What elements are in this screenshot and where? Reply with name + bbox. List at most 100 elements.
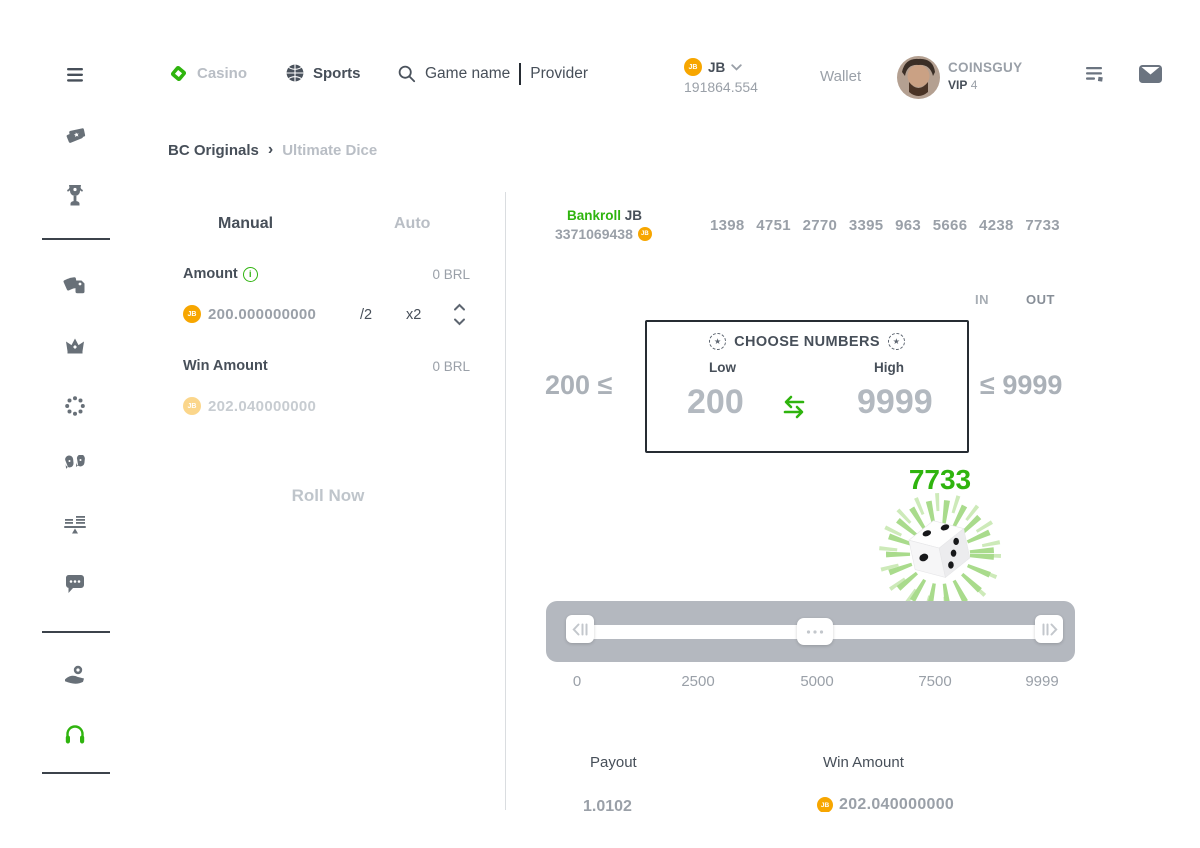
choose-numbers-title: CHOOSE NUMBERS xyxy=(734,334,880,350)
search-bar[interactable]: Game name Provider xyxy=(398,63,588,85)
search-scope-provider[interactable]: Provider xyxy=(530,65,588,83)
history-roll[interactable]: 963 xyxy=(895,217,921,234)
win-amount-fiat: 0 BRL xyxy=(370,359,470,374)
max-bound-value: 9999 xyxy=(1002,370,1062,400)
tab-auto[interactable]: Auto xyxy=(394,215,430,233)
half-bet-button[interactable]: /2 xyxy=(360,307,372,323)
nav-sports-label: Sports xyxy=(313,65,361,82)
swap-values-button[interactable] xyxy=(781,395,807,419)
roll-now-button[interactable]: Roll Now xyxy=(218,485,438,507)
amount-stepper[interactable] xyxy=(453,303,466,326)
amount-input[interactable]: 200.000000000 xyxy=(208,306,316,323)
breadcrumb-parent[interactable]: BC Originals xyxy=(168,142,259,159)
sidebar-item-vip[interactable] xyxy=(64,336,86,356)
menu-button[interactable] xyxy=(66,68,84,82)
sidebar-divider xyxy=(42,772,110,774)
lte-symbol: ≤ xyxy=(980,370,995,400)
balance: 191864.554 xyxy=(684,79,758,95)
handle-right-icon xyxy=(1041,623,1058,636)
amount-input-row: JB 200.000000000 xyxy=(183,305,316,323)
slider-handle-low[interactable] xyxy=(566,615,594,643)
sidebar-item-chat[interactable] xyxy=(64,574,86,595)
wallet-button[interactable]: Wallet xyxy=(820,68,861,85)
history-roll[interactable]: 7733 xyxy=(1025,217,1060,234)
sidebar-item-worldcup[interactable] xyxy=(65,184,85,208)
info-icon[interactable]: i xyxy=(243,267,258,282)
history-roll[interactable]: 5666 xyxy=(933,217,968,234)
tick-label: 9999 xyxy=(997,673,1087,690)
history-roll[interactable]: 2770 xyxy=(803,217,838,234)
payout-label: Payout xyxy=(590,754,637,771)
hamburger-icon xyxy=(66,68,84,82)
betslip-list-button[interactable] xyxy=(1086,67,1104,82)
range-slider[interactable] xyxy=(546,601,1075,662)
jb-coin-icon: JB xyxy=(684,58,702,76)
tab-manual[interactable]: Manual xyxy=(218,215,273,233)
swap-arrows-icon xyxy=(781,395,807,419)
trophy-icon xyxy=(65,184,85,208)
nav-sports[interactable]: Sports xyxy=(285,63,361,83)
bankroll-value: 3371069438 xyxy=(555,226,633,242)
currency-selector[interactable]: JB JB 191864.554 xyxy=(684,58,758,95)
username: COINSGUY xyxy=(948,60,1022,75)
slider-handle-high[interactable] xyxy=(1035,615,1063,643)
low-label: Low xyxy=(695,360,750,375)
toggle-out[interactable]: OUT xyxy=(1026,292,1055,307)
sidebar-item-lottery[interactable] xyxy=(64,395,86,417)
sidebar-item-bets[interactable] xyxy=(64,124,86,146)
bankroll: Bankroll JB xyxy=(567,208,642,223)
hand-coin-icon xyxy=(63,664,87,686)
history-roll[interactable]: 1398 xyxy=(710,217,745,234)
tick-label: 5000 xyxy=(772,673,862,690)
sidebar-item-referral[interactable] xyxy=(63,664,87,686)
headset-icon xyxy=(63,723,87,746)
sidebar-item-forum[interactable] xyxy=(64,455,86,475)
betslip-ticket-icon xyxy=(64,124,86,146)
jb-coin-icon: JB xyxy=(183,305,201,323)
star-badge-icon: ★ xyxy=(888,333,905,350)
low-value-input[interactable]: 200 xyxy=(687,383,744,422)
search-scope-game[interactable]: Game name xyxy=(425,65,510,83)
bankroll-label: Bankroll xyxy=(567,208,621,223)
toggle-in[interactable]: IN xyxy=(975,292,989,307)
high-value-input[interactable]: 9999 xyxy=(857,383,943,422)
sidebar-item-games[interactable] xyxy=(63,274,87,298)
slider-handle-center[interactable] xyxy=(797,618,833,645)
history-roll[interactable]: 4751 xyxy=(756,217,791,234)
breadcrumb-chevron-icon: › xyxy=(268,141,273,159)
chat-duo-icon xyxy=(64,455,86,475)
sidebar-item-trading[interactable] xyxy=(63,514,87,536)
ultimate-dice-page: Casino Sports Game name Provider JB JB xyxy=(0,0,1200,848)
chevron-down-icon[interactable] xyxy=(453,317,466,326)
jb-coin-icon: JB xyxy=(638,227,652,241)
mail-icon xyxy=(1139,65,1162,83)
chevron-down-icon xyxy=(731,64,742,71)
crown-icon xyxy=(64,336,86,356)
list-icon xyxy=(1086,67,1104,82)
chevron-up-icon[interactable] xyxy=(453,303,466,312)
roll-history: 1398 4751 2770 3395 963 5666 4238 7733 xyxy=(710,217,1060,234)
vip-label: VIP xyxy=(948,78,967,92)
nav-casino[interactable]: Casino xyxy=(168,63,247,84)
tick-label: 2500 xyxy=(653,673,743,690)
win-amount-value: 202.040000000 xyxy=(208,398,316,415)
message-bubble-icon xyxy=(64,574,86,595)
star-badge-icon: ★ xyxy=(709,333,726,350)
jb-coin-icon: JB xyxy=(817,797,833,812)
win-amount-row: JB 202.040000000 xyxy=(183,397,316,415)
user-info[interactable]: COINSGUY VIP 4 xyxy=(948,60,1022,92)
game-win-amount-value: 202.040000000 xyxy=(839,796,954,812)
history-roll[interactable]: 4238 xyxy=(979,217,1014,234)
avatar[interactable] xyxy=(897,56,940,99)
currency-code: JB xyxy=(708,60,725,75)
min-bound-value: 200 xyxy=(545,370,590,400)
tick-label: 7500 xyxy=(890,673,980,690)
history-roll[interactable]: 3395 xyxy=(849,217,884,234)
payout-value: 1.0102 xyxy=(583,798,632,812)
double-bet-button[interactable]: x2 xyxy=(406,307,421,323)
mail-button[interactable] xyxy=(1139,65,1162,83)
sidebar-item-support[interactable] xyxy=(63,723,87,746)
jb-coin-icon: JB xyxy=(183,397,201,415)
avatar-photo xyxy=(897,56,940,99)
casino-icon xyxy=(168,63,189,84)
